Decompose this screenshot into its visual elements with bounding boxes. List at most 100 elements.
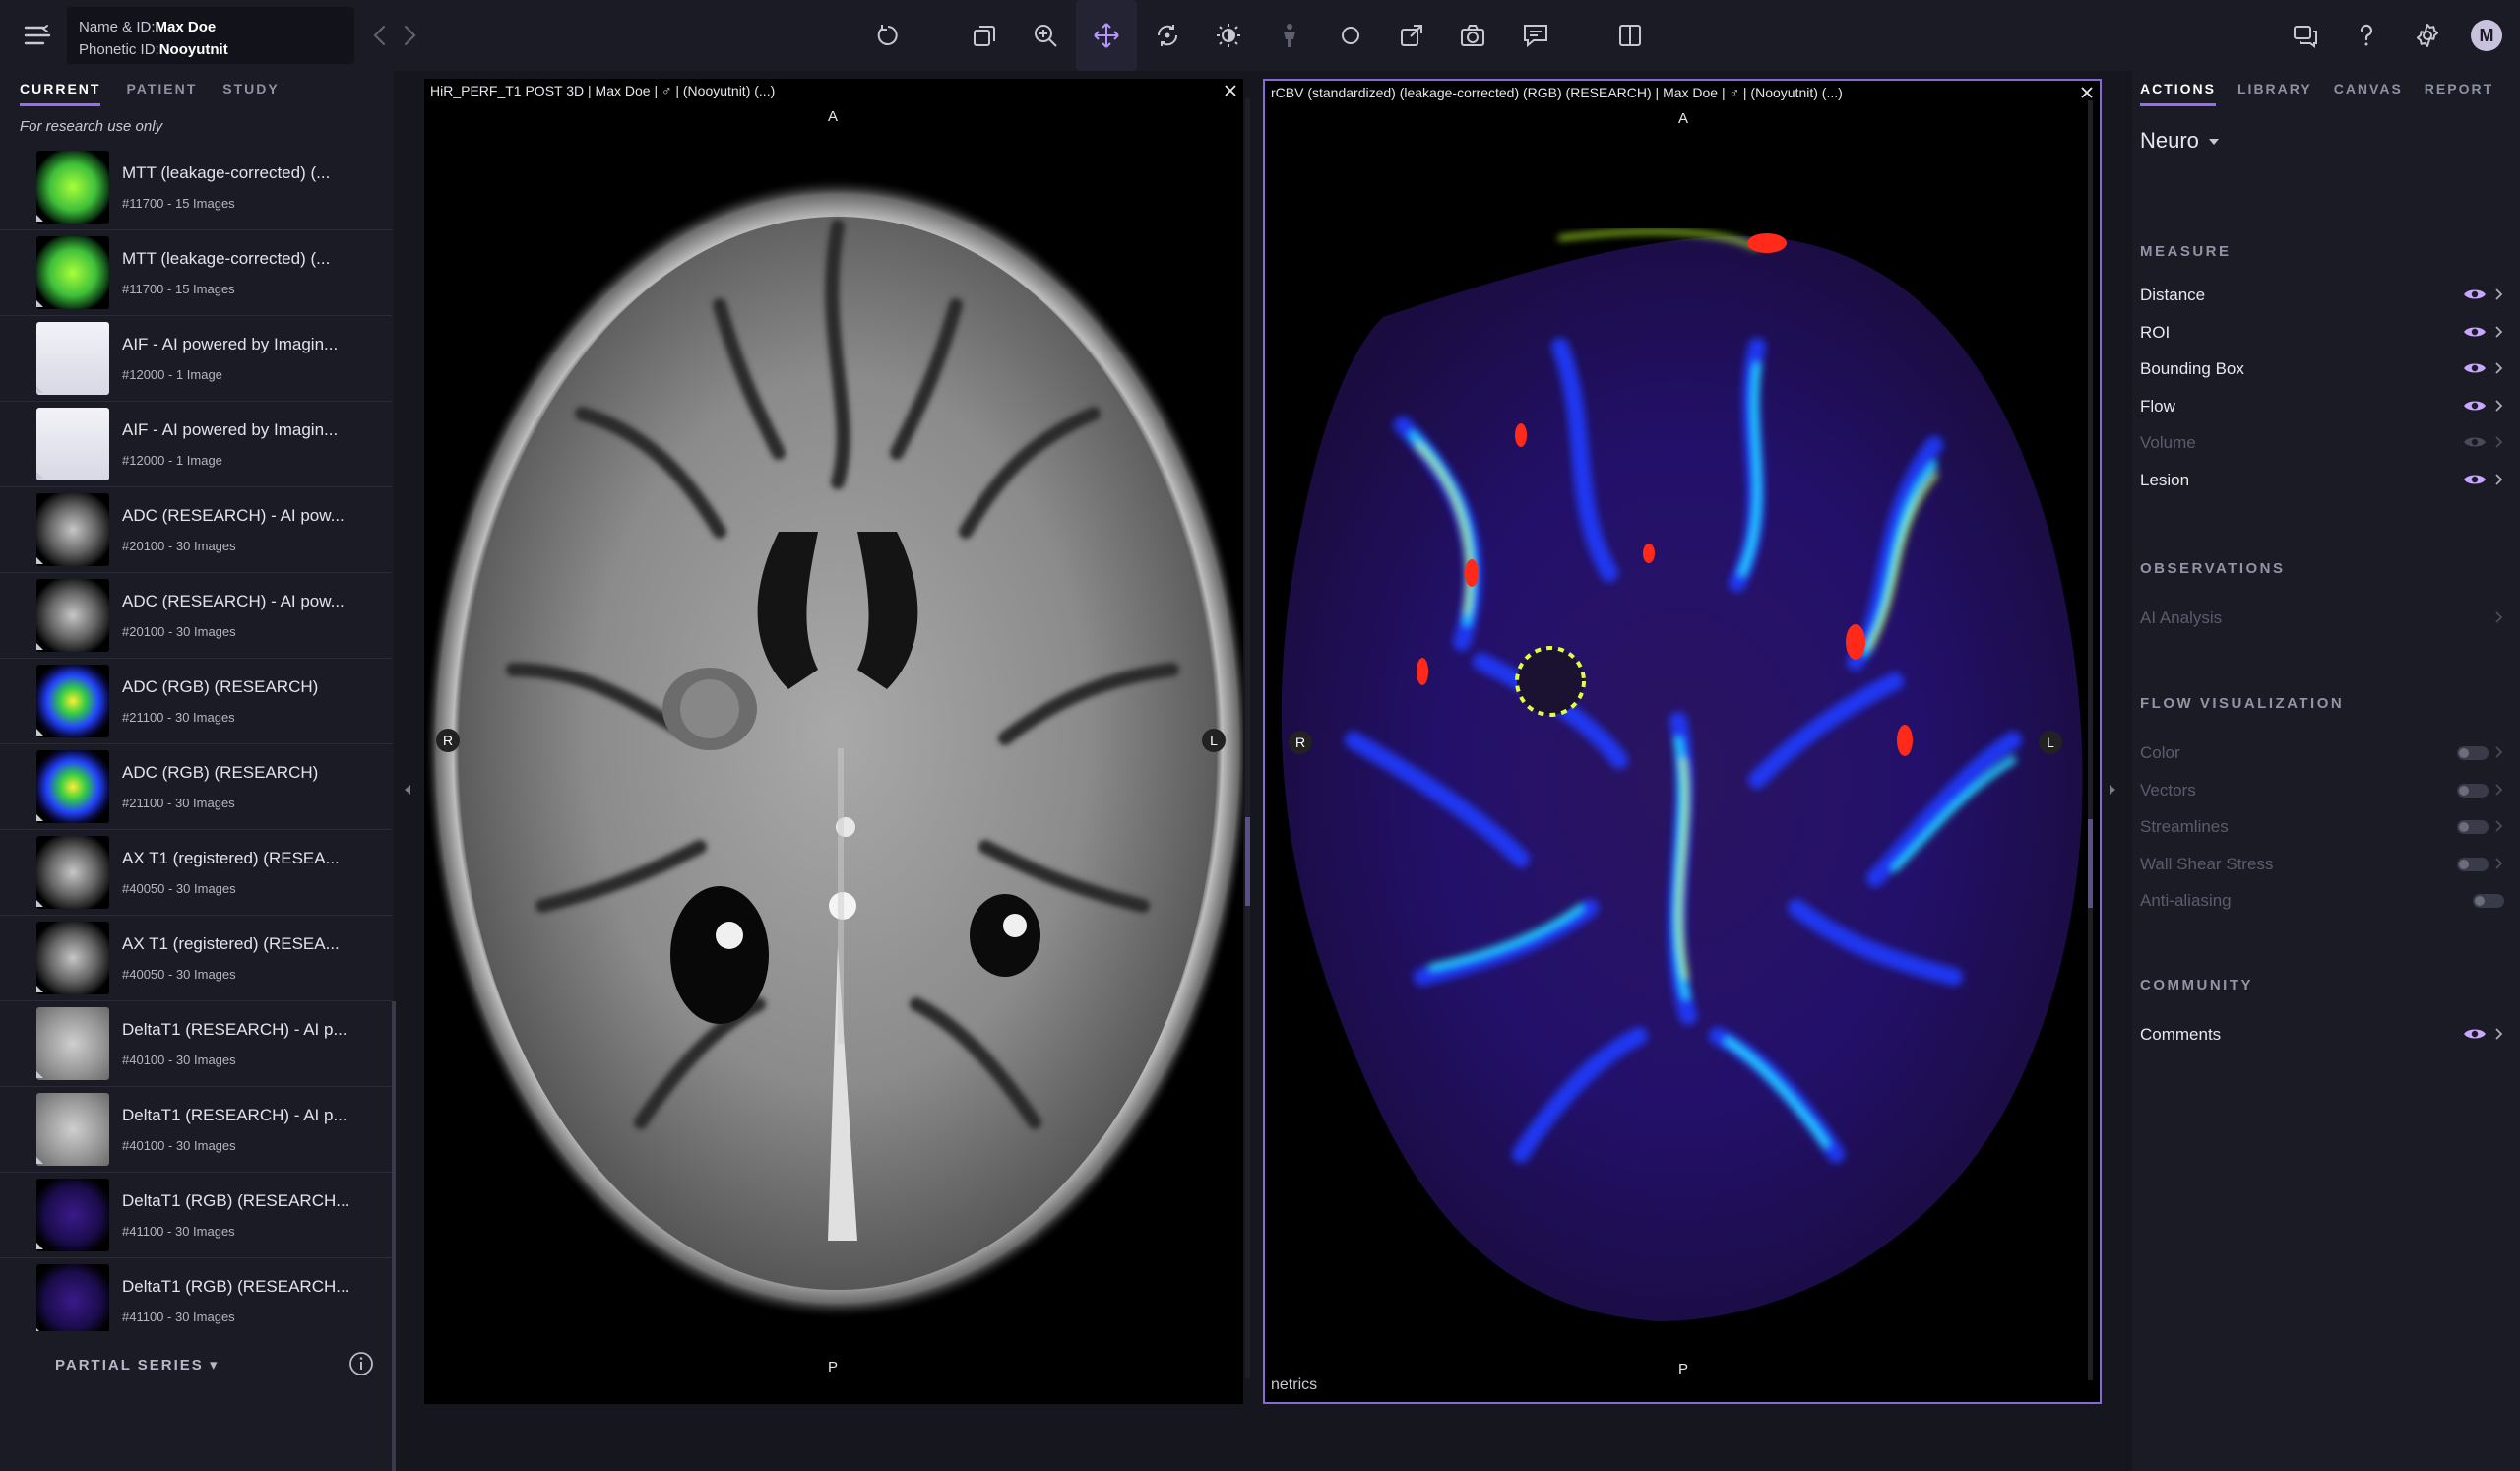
series-item[interactable]: AIF - AI powered by Imagin... #12000 - 1 … <box>0 402 392 487</box>
eye-icon[interactable] <box>2463 1026 2487 1042</box>
chevron-right-icon[interactable] <box>2494 856 2504 871</box>
tab-library[interactable]: LIBRARY <box>2237 81 2312 106</box>
tab-canvas[interactable]: CANVAS <box>2334 81 2403 106</box>
series-item[interactable]: MTT (leakage-corrected) (... #11700 - 15 … <box>0 145 392 230</box>
viewport-t1-scrollbar[interactable] <box>1245 98 1250 1378</box>
series-item[interactable]: DeltaT1 (RGB) (RESEARCH... #41100 - 30 Im… <box>0 1258 392 1331</box>
partial-series-dropdown[interactable]: PARTIAL SERIES ▾ <box>55 1356 220 1374</box>
series-item[interactable]: AIF - AI powered by Imagin... #12000 - 1 … <box>0 316 392 402</box>
eye-icon[interactable] <box>2463 434 2487 450</box>
user-avatar[interactable]: M <box>2471 20 2502 51</box>
t1-brain-image <box>424 177 1243 1319</box>
series-thumbnail <box>36 836 109 909</box>
chevron-right-icon[interactable] <box>2494 434 2504 450</box>
action-row[interactable]: Wall Shear Stress <box>2140 851 2504 876</box>
series-item[interactable]: MTT (leakage-corrected) (... #11700 - 15 … <box>0 230 392 316</box>
eye-icon[interactable] <box>2463 398 2487 414</box>
action-row[interactable]: ROI <box>2140 319 2504 345</box>
info-icon[interactable] <box>348 1351 374 1376</box>
series-item[interactable]: DeltaT1 (RESEARCH) - AI p... #40100 - 30 … <box>0 1001 392 1087</box>
eye-icon[interactable] <box>2463 472 2487 487</box>
action-row[interactable]: AI Analysis <box>2140 605 2504 630</box>
series-item[interactable]: AX T1 (registered) (RESEA... #40050 - 30 … <box>0 830 392 916</box>
module-selector[interactable]: Neuro <box>2140 128 2219 154</box>
rcbv-perfusion-map <box>1281 229 2083 1322</box>
chevron-right-icon[interactable] <box>2494 818 2504 834</box>
settings-tool[interactable] <box>2408 16 2447 55</box>
eye-icon[interactable] <box>2463 360 2487 376</box>
close-icon[interactable] <box>2078 84 2096 101</box>
series-item[interactable]: ADC (RGB) (RESEARCH) #21100 - 30 Images <box>0 744 392 830</box>
action-row[interactable]: Flow <box>2140 393 2504 418</box>
action-row[interactable]: Bounding Box <box>2140 355 2504 381</box>
tab-report[interactable]: REPORT <box>2425 81 2493 106</box>
chat-tool[interactable] <box>2286 16 2325 55</box>
toggle-switch[interactable] <box>2457 857 2488 871</box>
series-item[interactable]: AX T1 (registered) (RESEA... #40050 - 30 … <box>0 916 392 1001</box>
tab-patient[interactable]: PATIENT <box>126 81 197 106</box>
action-row[interactable]: Comments <box>2140 1021 2504 1047</box>
reset-tool[interactable] <box>868 16 908 55</box>
toggle-switch[interactable] <box>2457 746 2488 760</box>
series-item[interactable]: ADC (RESEARCH) - AI pow... #20100 - 30 Im… <box>0 487 392 573</box>
chevron-right-icon[interactable] <box>2494 360 2504 376</box>
action-row[interactable]: Color <box>2140 739 2504 765</box>
toggle-switch[interactable] <box>2457 820 2488 834</box>
zoom-tool[interactable] <box>1026 16 1065 55</box>
pan-tool[interactable] <box>1076 0 1137 71</box>
eye-icon[interactable] <box>2463 287 2487 302</box>
tab-current[interactable]: CURRENT <box>20 81 101 106</box>
chevron-right-icon[interactable] <box>2494 782 2504 798</box>
toggle-switch[interactable] <box>2473 894 2504 908</box>
chevron-right-icon[interactable] <box>2494 1026 2504 1042</box>
action-row[interactable]: Lesion <box>2140 467 2504 492</box>
action-row[interactable]: Vectors <box>2140 777 2504 802</box>
viewport-rcbv[interactable]: rCBV (standardized) (leakage-corrected) … <box>1263 79 2102 1404</box>
action-row[interactable]: Streamlines <box>2140 813 2504 839</box>
viewport-t1[interactable]: HiR_PERF_T1 POST 3D | Max Doe | ♂ | (Noo… <box>424 79 1250 1404</box>
action-row[interactable]: Distance <box>2140 282 2504 307</box>
ellipse-tool[interactable] <box>1331 16 1370 55</box>
split-view-tool[interactable] <box>1610 16 1650 55</box>
chevron-right-icon[interactable] <box>2494 472 2504 487</box>
orientation-left: R <box>436 729 460 752</box>
chevron-right-icon[interactable] <box>2494 609 2504 625</box>
chevron-right-icon[interactable] <box>2494 287 2504 302</box>
series-subtitle: #40050 - 30 Images <box>122 967 236 982</box>
help-tool[interactable] <box>2347 16 2386 55</box>
tab-actions[interactable]: ACTIONS <box>2140 81 2216 106</box>
series-item[interactable]: ADC (RGB) (RESEARCH) #21100 - 30 Images <box>0 659 392 744</box>
eye-icon[interactable] <box>2463 324 2487 340</box>
action-row[interactable]: Anti-aliasing <box>2140 887 2504 913</box>
layers-tool[interactable] <box>965 16 1004 55</box>
brightness-tool[interactable] <box>1209 16 1248 55</box>
action-row[interactable]: Volume <box>2140 429 2504 455</box>
rotate-tool[interactable] <box>1148 16 1187 55</box>
tab-study[interactable]: STUDY <box>222 81 279 106</box>
series-item[interactable]: DeltaT1 (RGB) (RESEARCH... #41100 - 30 Im… <box>0 1173 392 1258</box>
collapse-right-panel-icon[interactable] <box>2105 780 2120 799</box>
viewport-rcbv-scrollbar[interactable] <box>2088 100 2093 1380</box>
chevron-down-icon <box>2208 139 2219 146</box>
actions-panel: ACTIONS LIBRARY CANVAS REPORT Neuro MEAS… <box>2132 71 2520 1471</box>
forward-arrow-icon[interactable] <box>398 22 421 49</box>
comment-tool[interactable] <box>1516 16 1555 55</box>
chevron-right-icon[interactable] <box>2494 324 2504 340</box>
viewport-t1-scroll-thumb[interactable] <box>1245 817 1250 906</box>
menu-icon[interactable] <box>22 20 53 51</box>
toggle-switch[interactable] <box>2457 783 2488 798</box>
close-icon[interactable] <box>1222 82 1239 99</box>
camera-tool[interactable] <box>1453 16 1492 55</box>
series-thumbnail <box>36 408 109 480</box>
series-item[interactable]: ADC (RESEARCH) - AI pow... #20100 - 30 Im… <box>0 573 392 659</box>
export-icon <box>1401 25 1422 46</box>
back-arrow-icon[interactable] <box>368 22 392 49</box>
series-item[interactable]: DeltaT1 (RESEARCH) - AI p... #40100 - 30 … <box>0 1087 392 1173</box>
chevron-right-icon[interactable] <box>2494 398 2504 414</box>
collapse-left-panel-icon[interactable] <box>400 780 415 799</box>
chevron-right-icon[interactable] <box>2494 744 2504 760</box>
anatomy-tool[interactable] <box>1270 16 1309 55</box>
series-scrollbar[interactable] <box>392 1001 396 1471</box>
viewport-rcbv-scroll-thumb[interactable] <box>2088 819 2093 908</box>
export-tool[interactable] <box>1392 16 1431 55</box>
